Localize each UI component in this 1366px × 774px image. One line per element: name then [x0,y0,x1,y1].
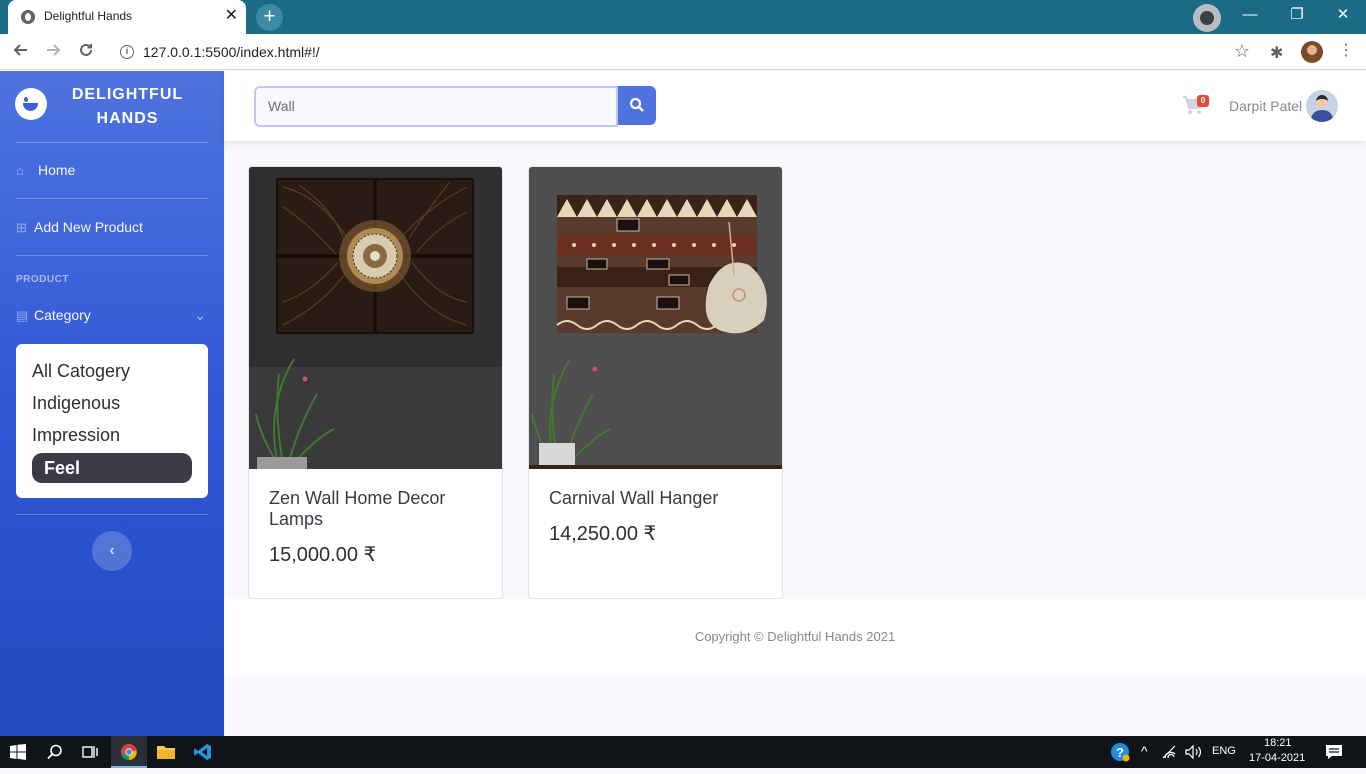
tab-title: Delightful Hands [44,9,133,23]
category-item-feel[interactable]: Feel [32,453,192,483]
topbar: Wall 0 Darpit Patel [224,71,1366,141]
puzzle-icon[interactable]: ✱ [1270,43,1283,63]
minimize-button[interactable]: — [1235,4,1265,28]
sidebar-item-add-product[interactable]: ⊞ Add New Product [16,215,208,239]
folder-icon[interactable] [148,736,184,768]
product-price: 14,250.00 ₹ [549,523,657,545]
brand-name[interactable]: DELIGHTFUL HANDS [60,83,195,131]
language-indicator[interactable]: ENG [1212,745,1236,757]
plus-square-icon: ⊞ [16,220,27,235]
volume-icon[interactable] [1180,736,1208,768]
cart-count-badge: 0 [1197,95,1209,107]
arrow-left-icon [13,44,27,56]
notification-icon[interactable] [1316,736,1352,768]
vscode-icon[interactable] [185,736,221,768]
sidebar-item-label: Home [38,162,76,178]
more-menu-icon[interactable]: ⋮ [1338,43,1354,59]
user-name[interactable]: Darpit Patel [1229,98,1302,114]
tab-search-button[interactable] [1193,4,1221,32]
product-card[interactable]: Zen Wall Home Decor Lamps 15,000.00 ₹ [248,166,503,599]
sidebar-toggle-button[interactable]: ‹ [92,531,132,571]
product-card[interactable]: Carnival Wall Hanger 14,250.00 ₹ [528,166,783,599]
address-bar[interactable]: i 127.0.0.1:5500/index.html#!/ ☆ [110,38,1260,66]
taskview-icon[interactable] [72,736,108,768]
chrome-icon[interactable] [111,736,147,768]
back-button[interactable] [8,39,34,65]
url-text[interactable]: 127.0.0.1:5500/index.html#!/ [143,44,320,60]
profile-avatar[interactable] [1301,41,1323,63]
search-icon[interactable] [37,736,73,768]
close-window-button[interactable]: ✕ [1328,4,1358,28]
chevron-down-icon: ⌄ [194,307,206,323]
sidebar-item-home[interactable]: ⌂ Home [16,158,208,182]
home-icon: ⌂ [16,163,24,178]
category-dropdown: All Catogery Indigenous Impression Feel [16,344,208,498]
new-tab-button[interactable]: + [256,4,283,31]
reload-icon [80,43,92,56]
sidebar-divider [16,142,208,143]
star-icon[interactable]: ☆ [1234,41,1250,62]
sidebar-heading: PRODUCT [16,274,69,285]
tray-chevron-up-icon[interactable]: ^ [1141,743,1148,759]
clock-date[interactable]: 17-04-2021 [1249,752,1305,764]
search-input[interactable]: Wall [254,86,618,127]
close-icon[interactable]: ✕ [225,7,238,25]
browser-tab-bar: Delightful Hands ✕ + — ❐ ✕ [0,0,1366,34]
browser-toolbar: i 127.0.0.1:5500/index.html#!/ ☆ ✱ ⋮ [0,34,1366,70]
globe-icon [21,10,35,24]
browser-tab[interactable]: Delightful Hands ✕ [8,0,246,34]
product-title[interactable]: Zen Wall Home Decor Lamps [269,488,484,530]
sidebar: DELIGHTFUL HANDS ⌂ Home ⊞ Add New Product … [0,71,224,736]
arrow-right-icon [47,44,61,56]
search-button[interactable] [618,86,656,125]
clipboard-icon: ▤ [16,308,29,323]
info-icon[interactable]: i [120,45,134,59]
product-price: 15,000.00 ₹ [269,544,377,566]
category-item-impression[interactable]: Impression [32,420,192,450]
sidebar-divider [16,255,208,256]
help-icon[interactable]: ? [1102,736,1138,768]
product-image[interactable] [249,167,502,469]
copyright-text: Copyright © Delightful Hands 2021 [694,629,896,644]
sidebar-item-category[interactable]: ▤ Category ⌄ [16,303,208,327]
user-avatar[interactable] [1306,90,1338,122]
taskbar: ? ^ ENG 18:21 17-04-2021 [0,736,1366,768]
sidebar-item-label: Category [34,307,91,323]
footer: Copyright © Delightful Hands 2021 [224,599,1366,675]
category-item-indigenous[interactable]: Indigenous [32,388,192,418]
sidebar-divider [16,198,208,199]
restore-button[interactable]: ❐ [1282,4,1312,28]
brand-logo-icon[interactable] [15,88,47,120]
clock-time[interactable]: 18:21 [1264,737,1292,749]
sidebar-divider [16,514,208,515]
product-title[interactable]: Carnival Wall Hanger [549,488,764,509]
search-icon [629,97,644,112]
reload-button[interactable] [73,39,99,65]
sidebar-item-label: Add New Product [34,219,143,235]
category-item-all[interactable]: All Catogery [32,356,192,386]
product-image[interactable] [529,167,782,469]
windows-icon[interactable] [0,736,36,768]
forward-button[interactable] [40,39,66,65]
